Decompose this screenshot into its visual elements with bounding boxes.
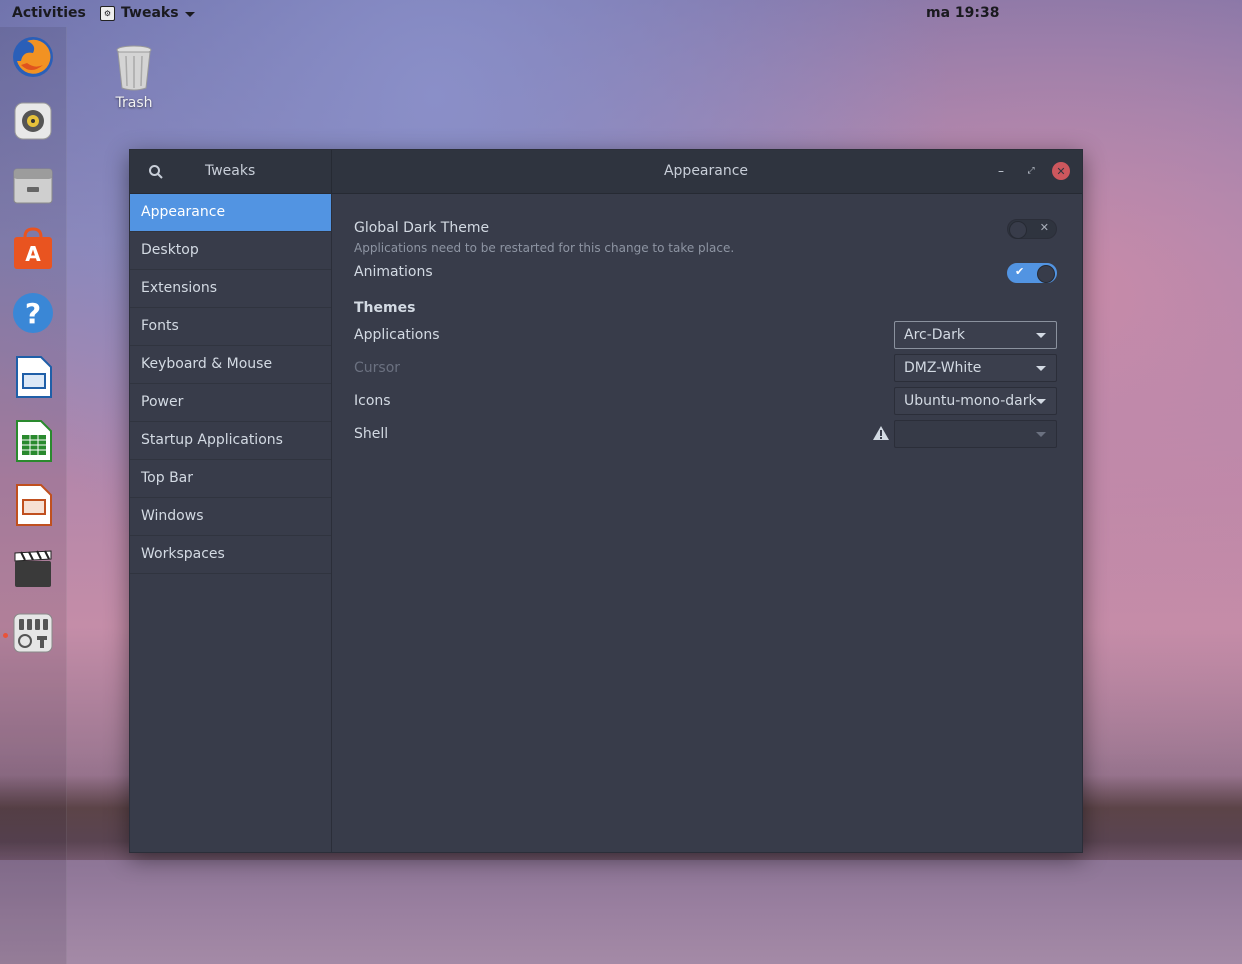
minimize-button[interactable]: – [992, 162, 1010, 180]
chevron-down-icon [184, 11, 195, 17]
icons-theme-label: Icons [354, 393, 391, 409]
sidebar-item-windows[interactable]: Windows [130, 498, 331, 536]
themes-section-title: Themes [354, 300, 416, 316]
icons-theme-value: Ubuntu-mono-dark [904, 393, 1037, 409]
appearance-panel: Global Dark Theme Applications need to b… [332, 194, 1082, 852]
files-icon[interactable] [11, 163, 55, 207]
svg-text:?: ? [25, 297, 41, 330]
sidebar-item-extensions[interactable]: Extensions [130, 270, 331, 308]
applications-theme-combo[interactable]: Arc-Dark [894, 321, 1057, 349]
warning-icon [873, 426, 889, 440]
search-icon[interactable] [148, 164, 164, 180]
check-icon: ✔ [1015, 265, 1025, 278]
cursor-theme-value: DMZ-White [904, 360, 982, 376]
top-bar: Activities ⚙ Tweaks ma 19:38 [0, 0, 1242, 27]
sidebar-item-fonts[interactable]: Fonts [130, 308, 331, 346]
close-button[interactable]: ✕ [1052, 162, 1070, 180]
applications-theme-label: Applications [354, 327, 440, 343]
shell-theme-combo [894, 420, 1057, 448]
wallpaper-water [0, 860, 1242, 964]
videos-icon[interactable] [11, 547, 55, 591]
global-dark-theme-description: Applications need to be restarted for th… [354, 241, 735, 255]
minimize-icon: – [998, 164, 1004, 178]
trash-icon [116, 45, 152, 91]
activities-button[interactable]: Activities [12, 5, 86, 21]
sidebar-item-startup-applications[interactable]: Startup Applications [130, 422, 331, 460]
sidebar-item-top-bar[interactable]: Top Bar [130, 460, 331, 498]
dropdown-arrow-icon [1036, 399, 1046, 404]
tweaks-window: Tweaks Appearance – ⤢ ✕ Appearance Deskt… [129, 149, 1083, 853]
cursor-theme-label: Cursor [354, 360, 401, 376]
sidebar: Appearance Desktop Extensions Fonts Keyb… [130, 194, 332, 852]
sidebar-item-workspaces[interactable]: Workspaces [130, 536, 331, 574]
sidebar-item-desktop[interactable]: Desktop [130, 232, 331, 270]
dock: A ? [0, 27, 67, 964]
app-menu-label: Tweaks [121, 5, 179, 21]
clock[interactable]: ma 19:38 [926, 5, 999, 21]
applications-theme-value: Arc-Dark [904, 327, 965, 343]
sidebar-item-appearance[interactable]: Appearance [130, 194, 331, 232]
rhythmbox-icon[interactable] [11, 99, 55, 143]
dropdown-arrow-icon [1036, 432, 1046, 437]
help-icon[interactable]: ? [11, 291, 55, 335]
dropdown-arrow-icon [1036, 333, 1046, 338]
animations-label: Animations [354, 264, 433, 280]
dropdown-arrow-icon [1036, 366, 1046, 371]
trash-label: Trash [115, 95, 153, 111]
maximize-button[interactable]: ⤢ [1022, 162, 1040, 180]
window-title: Appearance [663, 163, 749, 179]
header-bar: Tweaks Appearance – ⤢ ✕ [130, 150, 1082, 194]
x-icon: ✕ [1039, 221, 1049, 234]
sidebar-item-power[interactable]: Power [130, 384, 331, 422]
switch-knob [1009, 221, 1027, 239]
switch-knob [1037, 265, 1055, 283]
tweaks-icon[interactable] [11, 611, 55, 655]
app-menu[interactable]: ⚙ Tweaks [100, 5, 195, 21]
svg-text:A: A [25, 242, 41, 266]
header-left-title: Tweaks [205, 163, 256, 179]
writer-icon[interactable] [11, 355, 55, 399]
tweaks-app-icon: ⚙ [100, 5, 115, 21]
calc-icon[interactable] [11, 419, 55, 463]
desktop-trash[interactable]: Trash [106, 44, 162, 111]
firefox-icon[interactable] [11, 35, 55, 79]
shell-theme-label: Shell [354, 426, 389, 442]
running-indicator [3, 633, 8, 638]
close-icon: ✕ [1056, 164, 1066, 178]
header-left-pane: Tweaks [130, 150, 332, 193]
sidebar-item-keyboard-mouse[interactable]: Keyboard & Mouse [130, 346, 331, 384]
cursor-theme-combo[interactable]: DMZ-White [894, 354, 1057, 382]
maximize-icon: ⤢ [1027, 166, 1035, 176]
software-center-icon[interactable]: A [11, 227, 55, 271]
animations-switch[interactable]: ✔ [1007, 263, 1057, 283]
icons-theme-combo[interactable]: Ubuntu-mono-dark [894, 387, 1057, 415]
global-dark-theme-switch[interactable]: ✕ [1007, 219, 1057, 239]
impress-icon[interactable] [11, 483, 55, 527]
global-dark-theme-label: Global Dark Theme [354, 220, 490, 236]
